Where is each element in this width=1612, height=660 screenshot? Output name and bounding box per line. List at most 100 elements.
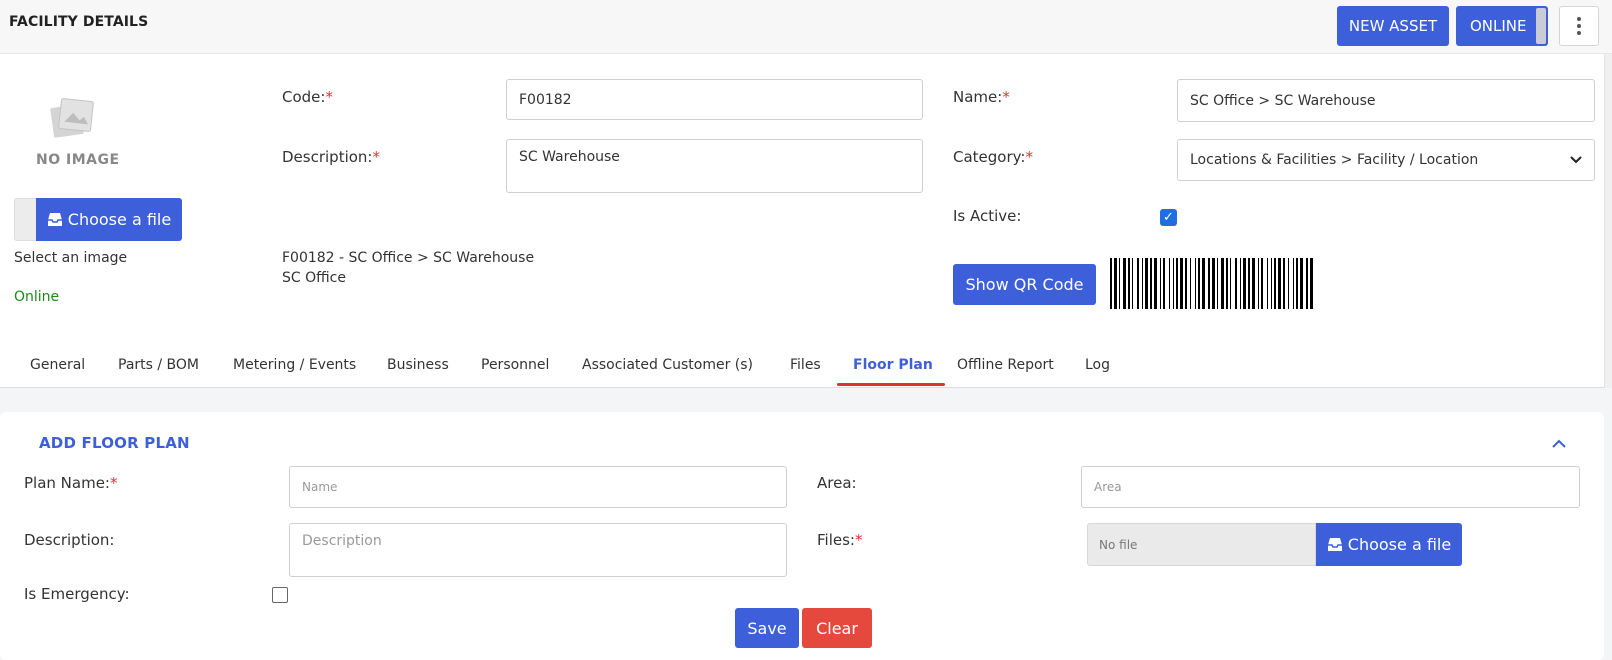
- tab-associated-customers[interactable]: Associated Customer (s): [582, 357, 753, 373]
- barcode-bar: [1180, 258, 1183, 309]
- tab-business[interactable]: Business: [387, 357, 449, 373]
- tab-files[interactable]: Files: [790, 357, 821, 373]
- code-input[interactable]: F00182: [506, 79, 923, 120]
- chevron-down-icon: [1570, 156, 1582, 164]
- save-button[interactable]: Save: [735, 608, 799, 648]
- tab-divider: [0, 387, 1604, 388]
- tab-floor-plan[interactable]: Floor Plan: [853, 357, 933, 373]
- barcode-bar: [1221, 258, 1224, 309]
- barcode-bar: [1271, 258, 1272, 309]
- barcode-bar: [1278, 258, 1281, 309]
- tab-metering-events[interactable]: Metering / Events: [233, 357, 356, 373]
- barcode-bar: [1114, 258, 1117, 309]
- barcode-bar: [1252, 258, 1255, 309]
- code-label: Code:*: [282, 88, 333, 106]
- plan-name-label: Plan Name:*: [24, 474, 118, 492]
- barcode-bar: [1208, 258, 1210, 309]
- tab-parts-bom[interactable]: Parts / BOM: [118, 357, 199, 373]
- inbox-icon: [1327, 538, 1342, 551]
- barcode-bar: [1248, 258, 1250, 309]
- page-title: FACILITY DETAILS: [9, 14, 149, 30]
- inbox-icon: [47, 213, 62, 226]
- status-label: Online: [14, 289, 60, 305]
- barcode-bar: [1160, 258, 1161, 309]
- is-active-checkbox[interactable]: ✓: [1160, 209, 1177, 226]
- files-label: Files:*: [817, 531, 863, 549]
- barcode-bar: [1283, 258, 1285, 309]
- barcode-bar: [1274, 258, 1276, 309]
- plan-description-input[interactable]: Description: [289, 523, 787, 577]
- is-emergency-label: Is Emergency:: [24, 585, 130, 603]
- show-qr-code-button[interactable]: Show QR Code: [953, 264, 1096, 305]
- barcode-bar: [1240, 258, 1241, 309]
- online-toggle-handle[interactable]: [1536, 8, 1546, 44]
- barcode-bar: [1195, 258, 1196, 309]
- barcode-bar: [1230, 258, 1231, 309]
- choose-image-button[interactable]: Choose a file: [36, 198, 182, 241]
- more-vertical-icon: [1577, 17, 1581, 35]
- facility-summary-line: F00182 - SC Office > SC Warehouse: [282, 250, 535, 266]
- barcode-bar: [1267, 258, 1268, 309]
- chevron-up-icon[interactable]: [1550, 435, 1568, 453]
- area-input[interactable]: Area: [1081, 466, 1580, 508]
- plan-name-input[interactable]: Name: [289, 466, 787, 508]
- name-label: Name:*: [953, 88, 1010, 106]
- barcode-bar: [1235, 258, 1237, 309]
- file-name-display: No file: [1087, 523, 1316, 566]
- barcode-bar: [1202, 258, 1205, 309]
- new-asset-button[interactable]: NEW ASSET: [1337, 6, 1449, 46]
- barcode-bar: [1190, 258, 1191, 309]
- barcode-bar: [1145, 258, 1148, 309]
- category-select[interactable]: Locations & Facilities > Facility / Loca…: [1177, 139, 1595, 181]
- barcode-bar: [1288, 258, 1289, 309]
- choose-plan-file-label: Choose a file: [1347, 535, 1452, 554]
- barcode-bar: [1150, 258, 1152, 309]
- barcode-bar: [1310, 258, 1313, 309]
- barcode-image: [1110, 258, 1313, 309]
- barcode-bar: [1128, 258, 1130, 309]
- facility-parent-line: SC Office: [282, 270, 346, 286]
- barcode-bar: [1300, 258, 1303, 309]
- description-label: Description:*: [282, 148, 380, 166]
- no-image-label: NO IMAGE: [36, 152, 120, 168]
- barcode-bar: [1110, 258, 1112, 309]
- tab-offline-report[interactable]: Offline Report: [957, 357, 1054, 373]
- barcode-bar: [1142, 258, 1143, 309]
- tab-general[interactable]: General: [30, 357, 85, 373]
- choose-plan-file-button[interactable]: Choose a file: [1316, 523, 1462, 566]
- barcode-bar: [1132, 258, 1133, 309]
- barcode-bar: [1154, 258, 1157, 309]
- barcode-bar: [1169, 258, 1170, 309]
- barcode-bar: [1243, 258, 1246, 309]
- barcode-bar: [1173, 258, 1174, 309]
- online-toggle-button[interactable]: ONLINE: [1456, 6, 1548, 46]
- barcode-bar: [1226, 258, 1228, 309]
- image-file-display[interactable]: [14, 198, 36, 241]
- category-value: Locations & Facilities > Facility / Loca…: [1190, 152, 1479, 168]
- no-image-icon: [50, 98, 94, 138]
- plan-description-label: Description:: [24, 531, 115, 549]
- barcode-bar: [1137, 258, 1139, 309]
- barcode-bar: [1198, 258, 1200, 309]
- more-options-button[interactable]: [1559, 6, 1599, 46]
- barcode-bar: [1258, 258, 1259, 309]
- barcode-bar: [1261, 258, 1263, 309]
- barcode-bar: [1296, 258, 1298, 309]
- description-input[interactable]: SC Warehouse: [506, 139, 923, 193]
- choose-image-label: Choose a file: [67, 210, 172, 229]
- clear-button[interactable]: Clear: [802, 608, 872, 648]
- active-tab-indicator: [837, 383, 945, 386]
- name-input[interactable]: SC Office > SC Warehouse: [1177, 79, 1595, 122]
- scrollbar[interactable]: [1604, 54, 1612, 388]
- barcode-bar: [1217, 258, 1218, 309]
- area-label: Area:: [817, 474, 857, 492]
- category-label: Category:*: [953, 148, 1033, 166]
- barcode-bar: [1119, 258, 1120, 309]
- section-title: ADD FLOOR PLAN: [39, 434, 190, 452]
- barcode-bar: [1123, 258, 1126, 309]
- barcode-bar: [1163, 258, 1165, 309]
- is-emergency-checkbox[interactable]: [272, 587, 288, 603]
- tab-log[interactable]: Log: [1085, 357, 1110, 373]
- barcode-bar: [1293, 258, 1294, 309]
- tab-personnel[interactable]: Personnel: [481, 357, 549, 373]
